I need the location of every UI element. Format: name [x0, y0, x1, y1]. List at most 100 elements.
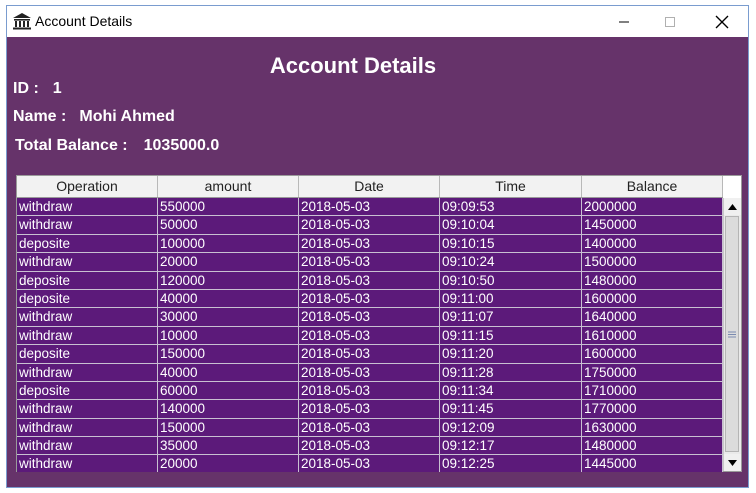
table-row[interactable]: deposite 100000 2018-05-03 09:10:15 1400000: [17, 234, 723, 254]
table-row[interactable]: withdraw 20000 2018-05-03 09:10:24 1500000: [17, 253, 723, 272]
scroll-thumb[interactable]: [725, 216, 739, 452]
cell-amount[interactable]: 150000: [158, 345, 299, 364]
cell-balance[interactable]: 1770000: [582, 400, 723, 419]
cell-balance[interactable]: 1500000: [582, 253, 723, 272]
cell-time[interactable]: 09:11:28: [440, 363, 582, 382]
cell-balance[interactable]: 1480000: [582, 271, 723, 290]
table-row[interactable]: withdraw 550000 2018-05-03 09:09:53 2000000: [17, 198, 723, 217]
minimize-button[interactable]: [601, 6, 647, 37]
cell-operation[interactable]: withdraw: [17, 216, 158, 235]
cell-amount[interactable]: 35000: [158, 437, 299, 456]
cell-balance[interactable]: 1600000: [582, 289, 723, 309]
table-row[interactable]: withdraw 140000 2018-05-03 09:11:45 1770000: [17, 400, 723, 419]
cell-time[interactable]: 09:11:20: [440, 345, 582, 364]
cell-amount[interactable]: 140000: [158, 400, 299, 419]
cell-operation[interactable]: withdraw: [17, 308, 158, 327]
cell-date[interactable]: 2018-05-03: [299, 455, 440, 472]
table-row[interactable]: withdraw 50000 2018-05-03 09:10:04 1450000: [17, 216, 723, 235]
cell-date[interactable]: 2018-05-03: [299, 198, 440, 217]
cell-time[interactable]: 09:10:04: [440, 216, 582, 235]
table-row[interactable]: deposite 150000 2018-05-03 09:11:20 1600000: [17, 345, 723, 364]
column-header-operation[interactable]: Operation: [17, 176, 158, 197]
table-row[interactable]: deposite 60000 2018-05-03 09:11:34 1710000: [17, 381, 723, 401]
cell-amount[interactable]: 50000: [158, 216, 299, 235]
column-header-date[interactable]: Date: [299, 176, 440, 197]
cell-amount[interactable]: 550000: [158, 198, 299, 217]
close-button[interactable]: [699, 6, 745, 37]
cell-time[interactable]: 09:09:53: [440, 198, 582, 217]
cell-balance[interactable]: 2000000: [582, 198, 723, 217]
cell-operation[interactable]: deposite: [17, 289, 158, 309]
cell-date[interactable]: 2018-05-03: [299, 253, 440, 272]
cell-time[interactable]: 09:10:50: [440, 271, 582, 290]
scroll-down-button[interactable]: [724, 454, 741, 471]
table-row[interactable]: withdraw 10000 2018-05-03 09:11:15 1610000: [17, 326, 723, 346]
cell-time[interactable]: 09:11:07: [440, 308, 582, 327]
cell-date[interactable]: 2018-05-03: [299, 400, 440, 419]
cell-operation[interactable]: withdraw: [17, 455, 158, 472]
column-header-balance[interactable]: Balance: [582, 176, 723, 197]
cell-amount[interactable]: 30000: [158, 308, 299, 327]
cell-balance[interactable]: 1445000: [582, 455, 723, 472]
scroll-up-button[interactable]: [724, 198, 741, 215]
cell-operation[interactable]: deposite: [17, 271, 158, 290]
cell-date[interactable]: 2018-05-03: [299, 326, 440, 346]
cell-date[interactable]: 2018-05-03: [299, 271, 440, 290]
cell-time[interactable]: 09:11:34: [440, 381, 582, 401]
cell-date[interactable]: 2018-05-03: [299, 308, 440, 327]
cell-balance[interactable]: 1600000: [582, 345, 723, 364]
cell-date[interactable]: 2018-05-03: [299, 345, 440, 364]
cell-balance[interactable]: 1400000: [582, 234, 723, 254]
cell-balance[interactable]: 1750000: [582, 363, 723, 382]
table-row[interactable]: deposite 40000 2018-05-03 09:11:00 1600000: [17, 289, 723, 309]
maximize-button[interactable]: [647, 6, 693, 37]
cell-operation[interactable]: withdraw: [17, 198, 158, 217]
cell-date[interactable]: 2018-05-03: [299, 363, 440, 382]
transactions-table[interactable]: Operation amount Date Time Balance withd…: [16, 175, 742, 472]
cell-operation[interactable]: withdraw: [17, 437, 158, 456]
cell-operation[interactable]: withdraw: [17, 253, 158, 272]
cell-time[interactable]: 09:10:24: [440, 253, 582, 272]
column-header-amount[interactable]: amount: [158, 176, 299, 197]
cell-date[interactable]: 2018-05-03: [299, 437, 440, 456]
table-row[interactable]: deposite 120000 2018-05-03 09:10:50 1480000: [17, 271, 723, 290]
cell-time[interactable]: 09:11:00: [440, 289, 582, 309]
cell-date[interactable]: 2018-05-03: [299, 418, 440, 438]
cell-time[interactable]: 09:10:15: [440, 234, 582, 254]
table-row[interactable]: withdraw 40000 2018-05-03 09:11:28 1750000: [17, 363, 723, 382]
cell-balance[interactable]: 1630000: [582, 418, 723, 438]
column-header-time[interactable]: Time: [440, 176, 582, 197]
cell-operation[interactable]: deposite: [17, 234, 158, 254]
cell-operation[interactable]: withdraw: [17, 363, 158, 382]
cell-amount[interactable]: 60000: [158, 381, 299, 401]
cell-operation[interactable]: withdraw: [17, 418, 158, 438]
cell-date[interactable]: 2018-05-03: [299, 234, 440, 254]
cell-balance[interactable]: 1480000: [582, 437, 723, 456]
cell-balance[interactable]: 1450000: [582, 216, 723, 235]
cell-amount[interactable]: 40000: [158, 289, 299, 309]
cell-operation[interactable]: withdraw: [17, 326, 158, 346]
cell-amount[interactable]: 100000: [158, 234, 299, 254]
cell-amount[interactable]: 20000: [158, 455, 299, 472]
cell-balance[interactable]: 1710000: [582, 381, 723, 401]
cell-amount[interactable]: 120000: [158, 271, 299, 290]
title-bar[interactable]: Account Details: [7, 6, 748, 37]
cell-amount[interactable]: 10000: [158, 326, 299, 346]
table-row[interactable]: withdraw 30000 2018-05-03 09:11:07 1640000: [17, 308, 723, 327]
cell-balance[interactable]: 1640000: [582, 308, 723, 327]
cell-time[interactable]: 09:11:15: [440, 326, 582, 346]
cell-date[interactable]: 2018-05-03: [299, 216, 440, 235]
table-row[interactable]: withdraw 150000 2018-05-03 09:12:09 1630000: [17, 418, 723, 438]
table-row[interactable]: withdraw 35000 2018-05-03 09:12:17 1480000: [17, 437, 723, 456]
cell-balance[interactable]: 1610000: [582, 326, 723, 346]
cell-operation[interactable]: deposite: [17, 381, 158, 401]
cell-operation[interactable]: withdraw: [17, 400, 158, 419]
cell-amount[interactable]: 40000: [158, 363, 299, 382]
cell-amount[interactable]: 150000: [158, 418, 299, 438]
cell-operation[interactable]: deposite: [17, 345, 158, 364]
cell-time[interactable]: 09:11:45: [440, 400, 582, 419]
cell-date[interactable]: 2018-05-03: [299, 381, 440, 401]
table-row[interactable]: withdraw 20000 2018-05-03 09:12:25 1445000: [17, 455, 723, 472]
cell-time[interactable]: 09:12:25: [440, 455, 582, 472]
cell-date[interactable]: 2018-05-03: [299, 289, 440, 309]
